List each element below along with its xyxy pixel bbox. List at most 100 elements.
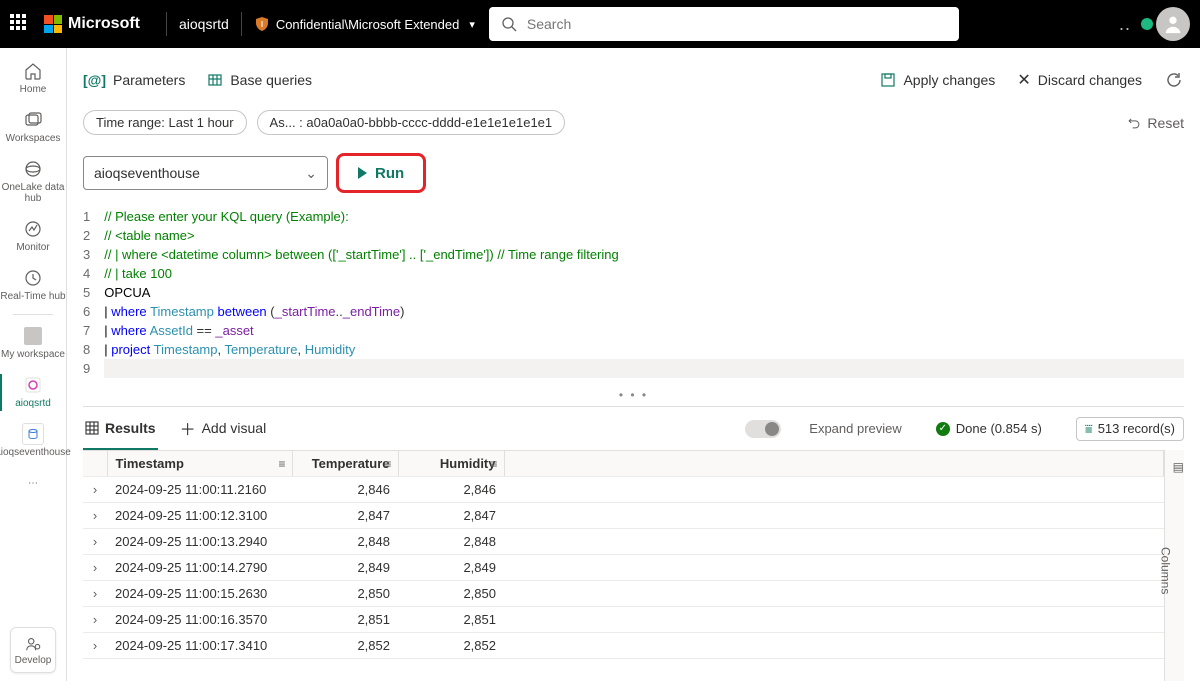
col-temperature[interactable]: Temperature≡: [292, 451, 398, 477]
sensitivity-text: Confidential\Microsoft Extended: [276, 17, 460, 32]
results-table-wrap: Timestamp≡ Temperature≡ Humidity≡ › 2024…: [83, 450, 1184, 681]
time-range-pill[interactable]: Time range: Last 1 hour: [83, 110, 247, 135]
workspaces-icon: [22, 109, 44, 131]
avatar[interactable]: [1156, 7, 1190, 41]
expand-row-icon[interactable]: ›: [83, 581, 107, 607]
table-row[interactable]: › 2024-09-25 11:00:11.2160 2,846 2,846: [83, 477, 1164, 503]
pill-row: Time range: Last 1 hour As... : a0a0a0a0…: [83, 110, 1184, 135]
expand-row-icon[interactable]: ›: [83, 633, 107, 659]
microsoft-logo-icon: [44, 15, 62, 33]
expand-row-icon[interactable]: ›: [83, 477, 107, 503]
table-row[interactable]: › 2024-09-25 11:00:13.2940 2,848 2,848: [83, 529, 1164, 555]
monitor-icon: [22, 218, 44, 240]
rail-realtime[interactable]: Real-Time hub: [0, 261, 66, 310]
table-row[interactable]: › 2024-09-25 11:00:15.2630 2,850 2,850: [83, 581, 1164, 607]
person-box-icon: [22, 325, 44, 347]
more-icon[interactable]: ..: [1119, 14, 1131, 35]
home-icon: [22, 60, 44, 82]
search-box[interactable]: [489, 7, 959, 41]
reset-button[interactable]: Reset: [1127, 115, 1184, 131]
columns-panel-toggle[interactable]: ▤ Columns: [1164, 450, 1184, 681]
rail-datahub[interactable]: OneLake data hub: [0, 152, 66, 212]
asset-pill[interactable]: As... : a0a0a0a0-bbbb-cccc-dddd-e1e1e1e1…: [257, 110, 566, 135]
presence-icon: [1141, 18, 1153, 30]
discard-changes-button[interactable]: ✕ Discard changes: [1017, 70, 1142, 90]
refresh-icon[interactable]: [1164, 70, 1184, 90]
undo-icon: [1127, 116, 1141, 130]
table-row[interactable]: › 2024-09-25 11:00:16.3570 2,851 2,851: [83, 607, 1164, 633]
action-bar: [@] Parameters Base queries Apply change…: [83, 60, 1184, 100]
play-icon: [358, 167, 367, 179]
results-toolbar: Results ＋ Add visual Expand preview ✓ Do…: [83, 406, 1184, 450]
grid-icon: [85, 421, 99, 435]
columns-icon: ▤: [1173, 460, 1184, 474]
sensitivity-dropdown[interactable]: Confidential\Microsoft Extended ▾: [254, 16, 475, 32]
left-rail: Home Workspaces OneLake data hub Monitor…: [0, 48, 67, 681]
parameters-link[interactable]: [@] Parameters: [83, 72, 185, 88]
query-editor[interactable]: 123456789 // Please enter your KQL query…: [83, 207, 1184, 378]
expand-row-icon[interactable]: ›: [83, 529, 107, 555]
results-tab[interactable]: Results: [83, 407, 158, 450]
table-row[interactable]: › 2024-09-25 11:00:12.3100 2,847 2,847: [83, 503, 1164, 529]
chevron-down-icon: ⌄: [305, 165, 317, 182]
expand-preview-label: Expand preview: [809, 421, 902, 436]
datahub-icon: [22, 158, 44, 180]
context-label[interactable]: aioqsrtd: [179, 16, 229, 32]
apply-changes-button[interactable]: Apply changes: [880, 72, 995, 88]
table-header-row: Timestamp≡ Temperature≡ Humidity≡: [83, 451, 1164, 477]
rail-eventhouse[interactable]: aioqseventhouse: [0, 417, 66, 466]
rail-home[interactable]: Home: [0, 54, 66, 103]
col-timestamp[interactable]: Timestamp≡: [107, 451, 292, 477]
rows-icon: ⩸: [1085, 421, 1093, 437]
parameters-icon: [@]: [83, 72, 106, 88]
expand-preview-toggle[interactable]: [745, 420, 781, 438]
col-menu-icon[interactable]: ≡: [490, 457, 497, 471]
editor-gutter: 123456789: [83, 207, 104, 378]
record-count-chip[interactable]: ⩸ 513 record(s): [1076, 417, 1184, 441]
col-humidity[interactable]: Humidity≡: [398, 451, 504, 477]
checkmark-icon: ✓: [936, 422, 950, 436]
editor-lines[interactable]: // Please enter your KQL query (Example)…: [104, 207, 1184, 378]
divider: [241, 12, 242, 36]
database-icon: [22, 423, 44, 445]
base-queries-link[interactable]: Base queries: [207, 72, 312, 88]
db-row: aioqseventhouse ⌄ Run: [83, 153, 1184, 193]
divider: [166, 12, 167, 36]
run-button[interactable]: Run: [342, 158, 420, 188]
add-visual-button[interactable]: ＋ Add visual: [178, 407, 269, 450]
database-select[interactable]: aioqseventhouse ⌄: [83, 156, 328, 190]
rail-more[interactable]: ⋯: [0, 466, 66, 502]
col-menu-icon[interactable]: ≡: [278, 457, 285, 471]
table-row[interactable]: › 2024-09-25 11:00:17.3410 2,852 2,852: [83, 633, 1164, 659]
rail-aioqsrtd[interactable]: aioqsrtd: [0, 368, 66, 417]
table-row[interactable]: › 2024-09-25 11:00:14.2790 2,849 2,849: [83, 555, 1164, 581]
content: [@] Parameters Base queries Apply change…: [67, 48, 1200, 681]
dashboard-icon: [22, 374, 44, 396]
person-gear-icon: [24, 635, 42, 653]
splitter-handle[interactable]: • • •: [83, 388, 1184, 402]
rail-monitor[interactable]: Monitor: [0, 212, 66, 261]
search-icon: [501, 16, 517, 32]
status-chip: ✓ Done (0.854 s): [936, 421, 1042, 436]
chevron-down-icon: ▾: [469, 18, 475, 31]
brand-label: Microsoft: [68, 15, 140, 33]
develop-button[interactable]: Develop: [10, 627, 56, 673]
ellipsis-icon: ⋯: [22, 472, 44, 494]
top-header: Microsoft aioqsrtd Confidential\Microsof…: [0, 0, 1200, 48]
expand-row-icon[interactable]: ›: [83, 607, 107, 633]
table-icon: [207, 72, 223, 88]
person-icon: [1162, 13, 1184, 35]
col-menu-icon[interactable]: ≡: [384, 457, 391, 471]
realtime-icon: [22, 267, 44, 289]
expand-row-icon[interactable]: ›: [83, 555, 107, 581]
plus-icon: ＋: [180, 416, 196, 440]
save-icon: [880, 72, 896, 88]
shield-icon: [254, 16, 270, 32]
rail-my-workspace[interactable]: My workspace: [0, 319, 66, 368]
brand[interactable]: Microsoft: [44, 15, 140, 33]
expand-row-icon[interactable]: ›: [83, 503, 107, 529]
run-highlight: Run: [336, 153, 426, 193]
app-launcher-icon[interactable]: [10, 14, 30, 34]
rail-workspaces[interactable]: Workspaces: [0, 103, 66, 152]
search-input[interactable]: [527, 16, 947, 32]
